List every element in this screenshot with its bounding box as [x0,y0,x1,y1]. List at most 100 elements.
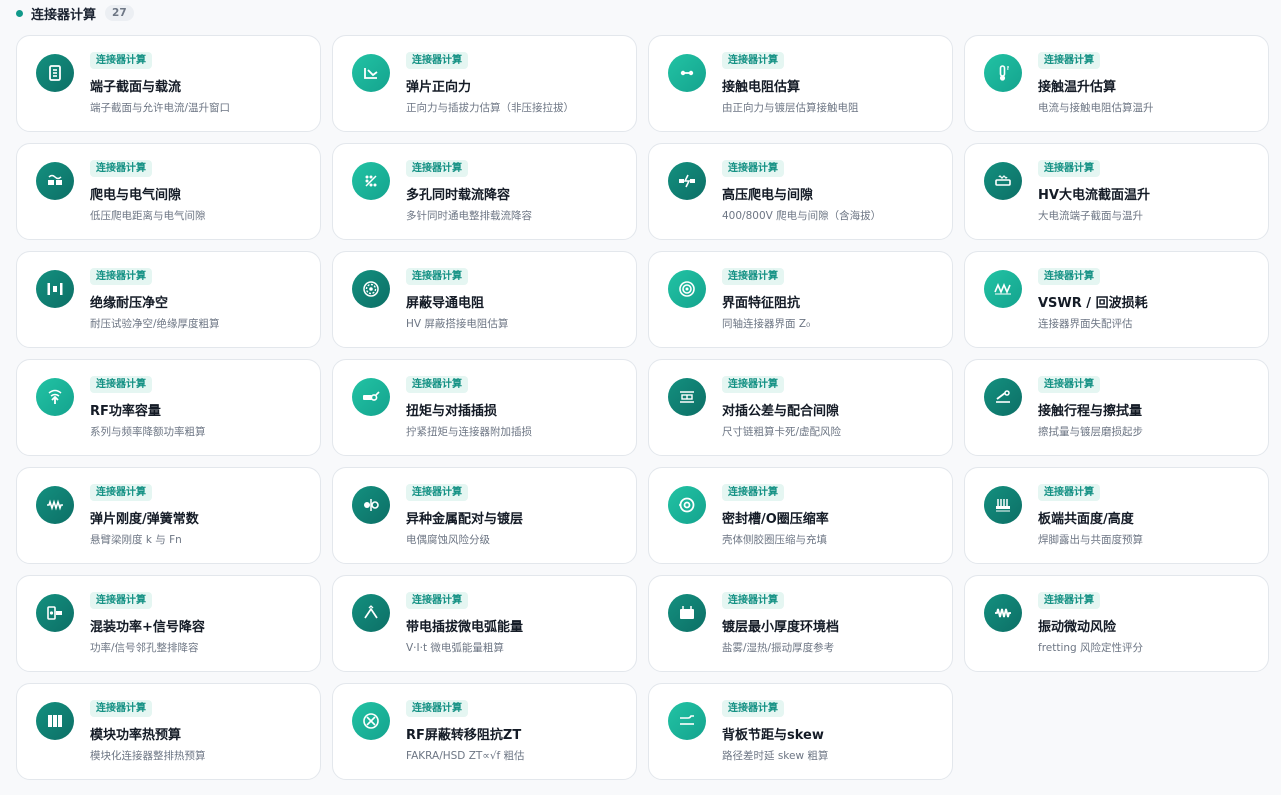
card-description: 耐压试验净空/绝缘厚度粗算 [90,318,220,330]
category-tag: 连接器计算 [722,376,784,393]
category-tag: 连接器计算 [722,52,784,69]
calculator-card[interactable]: 连接器计算镀层最小厚度环境档 盐雾/湿热/振动厚度参考 [648,575,953,672]
card-title: 端子截面与载流 [90,80,182,95]
calculator-card[interactable]: 连接器计算接触电阻估算由正向力与镀层估算接触电阻 [648,35,953,132]
card-title: 模块功率热预算 [90,728,182,743]
category-tag: 连接器计算 [406,484,468,501]
card-description: 端子截面与允许电流/温升窗口 [90,102,231,114]
card-title: 弹片刚度/弹簧常数 [90,512,199,527]
category-tag: 连接器计算 [90,592,152,609]
calculator-card[interactable]: 连接器计算 接触行程与擦拭量 擦拭量与镀层磨损起步 [964,359,1269,456]
card-description: 400/800V 爬电与间隙（含海拔） [722,210,882,222]
calculator-card[interactable]: 连接器计算 弹片刚度/弹簧常数 悬臂梁刚度 k 与 Fn [16,467,321,564]
high-voltage-icon [668,162,706,200]
torque-icon [352,378,390,416]
category-tag: 连接器计算 [1038,160,1100,177]
insulation-icon [36,270,74,308]
category-tag: 连接器计算 [722,592,784,609]
card-title: RF功率容量 [90,404,161,419]
hybrid-icon [36,594,74,632]
calculator-card[interactable]: 连接器计算混装功率+信号降容 功率/信号邻孔整排降容 [16,575,321,672]
card-title: 高压爬电与间隙 [722,188,814,203]
card-description: HV 屏蔽搭接电阻估算 [406,318,509,330]
calculator-card[interactable]: 连接器计算背板节距与skew 路径差时延 skew 粗算 [648,683,953,780]
card-title: 扭矩与对插插损 [406,404,498,419]
card-title: 接触电阻估算 [722,80,801,95]
calculator-card[interactable]: 连接器计算 端子截面与载流 端子截面与允许电流/温升窗口 [16,35,321,132]
calculator-card[interactable]: 连接器计算 RF功率容量系列与频率降额功率粗算 [16,359,321,456]
transfer-impedance-icon [352,702,390,740]
card-title: 接触温升估算 [1038,80,1117,95]
card-description: 正向力与插拔力估算（非压接拉拔） [406,102,574,114]
card-description: 多针同时通电整排载流降容 [406,210,532,222]
card-description: 连接器界面失配评估 [1038,318,1133,330]
card-title: 带电插拔微电弧能量 [406,620,524,635]
calculator-card[interactable]: 连接器计算 异种金属配对与镀层 电偶腐蚀风险分级 [332,467,637,564]
calculator-card[interactable]: 连接器计算 接触温升估算 电流与接触电阻估算温升 [964,35,1269,132]
vibration-icon [984,594,1022,632]
card-title: 振动微动风险 [1038,620,1117,635]
card-title: 混装功率+信号降容 [90,620,205,635]
calculator-card[interactable]: 连接器计算带电插拔微电弧能量 V·I·t 微电弧能量粗算 [332,575,637,672]
card-title: 板端共面度/高度 [1038,512,1134,527]
card-title: 多孔同时载流降容 [406,188,511,203]
calculator-card[interactable]: 连接器计算 板端共面度/高度 焊脚露出与共面度预算 [964,467,1269,564]
card-description: 焊脚露出与共面度预算 [1038,534,1143,546]
calculator-card[interactable]: 连接器计算 振动微动风险 fretting 风险定性评分 [964,575,1269,672]
calculator-card[interactable]: 连接器计算 密封槽/O圈压缩率 壳体侧胶圈压缩与充填 [648,467,953,564]
creepage-icon [36,162,74,200]
category-tag: 连接器计算 [90,160,152,177]
card-description: V·I·t 微电弧能量粗算 [406,642,504,654]
module-icon [36,702,74,740]
card-description: 电偶腐蚀风险分级 [406,534,490,546]
category-tag: 连接器计算 [406,376,468,393]
card-description: FAKRA/HSD ZT∝√f 粗估 [406,750,525,762]
section-dot-icon [16,9,23,17]
card-description: 功率/信号邻孔整排降容 [90,642,199,654]
category-tag: 连接器计算 [406,160,468,177]
card-title: 背板节距与skew [722,728,824,743]
o-ring-icon [668,486,706,524]
card-description: 由正向力与镀层估算接触电阻 [722,102,859,114]
card-description: 模块化连接器整排热预算 [90,750,206,762]
calculator-card[interactable]: 连接器计算 弹片正向力 正向力与插拔力估算（非压接拉拔） [332,35,637,132]
calculator-card[interactable]: 连接器计算 HV大电流截面温升 大电流端子截面与温升 [964,143,1269,240]
calculator-card[interactable]: 连接器计算 绝缘耐压净空 耐压试验净空/绝缘厚度粗算 [16,251,321,348]
category-tag: 连接器计算 [90,376,152,393]
category-tag: 连接器计算 [722,700,784,717]
calculator-card[interactable]: 连接器计算多孔同时载流降容多针同时通电整排载流降容 [332,143,637,240]
calculator-card[interactable]: 连接器计算 界面特征阻抗 同轴连接器界面 Z₀ [648,251,953,348]
category-tag: 连接器计算 [406,592,468,609]
card-title: 界面特征阻抗 [722,296,801,311]
calculator-card[interactable]: 连接器计算 高压爬电与间隙 400/800V 爬电与间隙（含海拔） [648,143,953,240]
card-title: 屏蔽导通电阻 [406,296,485,311]
category-tag: 连接器计算 [1038,592,1100,609]
wipe-icon [984,378,1022,416]
calculator-card[interactable]: 连接器计算扭矩与对插插损拧紧扭矩与连接器附加插损 [332,359,637,456]
tolerance-icon [668,378,706,416]
backplane-icon [668,702,706,740]
coplanarity-icon [984,486,1022,524]
card-title: 镀层最小厚度环境档 [722,620,840,635]
card-description: 盐雾/湿热/振动厚度参考 [722,642,835,654]
shield-icon [352,270,390,308]
calculator-card[interactable]: 连接器计算 模块功率热预算 模块化连接器整排热预算 [16,683,321,780]
calculator-card[interactable]: 连接器计算 对插公差与配合间隙 尺寸链粗算卡死/虚配风险 [648,359,953,456]
rf-power-icon [36,378,74,416]
coax-icon [668,270,706,308]
calculator-card[interactable]: 连接器计算 VSWR / 回波损耗 连接器界面失配评估 [964,251,1269,348]
calculator-card[interactable]: 连接器计算 RF屏蔽转移阻抗ZT FAKRA/HSD ZT∝√f 粗估 [332,683,637,780]
category-tag: 连接器计算 [1038,376,1100,393]
card-description: 系列与频率降额功率粗算 [90,426,206,438]
card-description: 拧紧扭矩与连接器附加插损 [406,426,532,438]
card-title: HV大电流截面温升 [1038,188,1150,203]
category-tag: 连接器计算 [722,268,784,285]
category-tag: 连接器计算 [722,484,784,501]
card-description: 悬臂梁刚度 k 与 Fn [90,534,182,546]
calculator-card[interactable]: 连接器计算 屏蔽导通电阻 HV 屏蔽搭接电阻估算 [332,251,637,348]
card-title: RF屏蔽转移阻抗ZT [406,728,522,743]
arc-icon [352,594,390,632]
card-description: 尺寸链粗算卡死/虚配风险 [722,426,842,438]
card-description: 路径差时延 skew 粗算 [722,750,829,762]
calculator-card[interactable]: 连接器计算 爬电与电气间隙 低压爬电距离与电气间隙 [16,143,321,240]
